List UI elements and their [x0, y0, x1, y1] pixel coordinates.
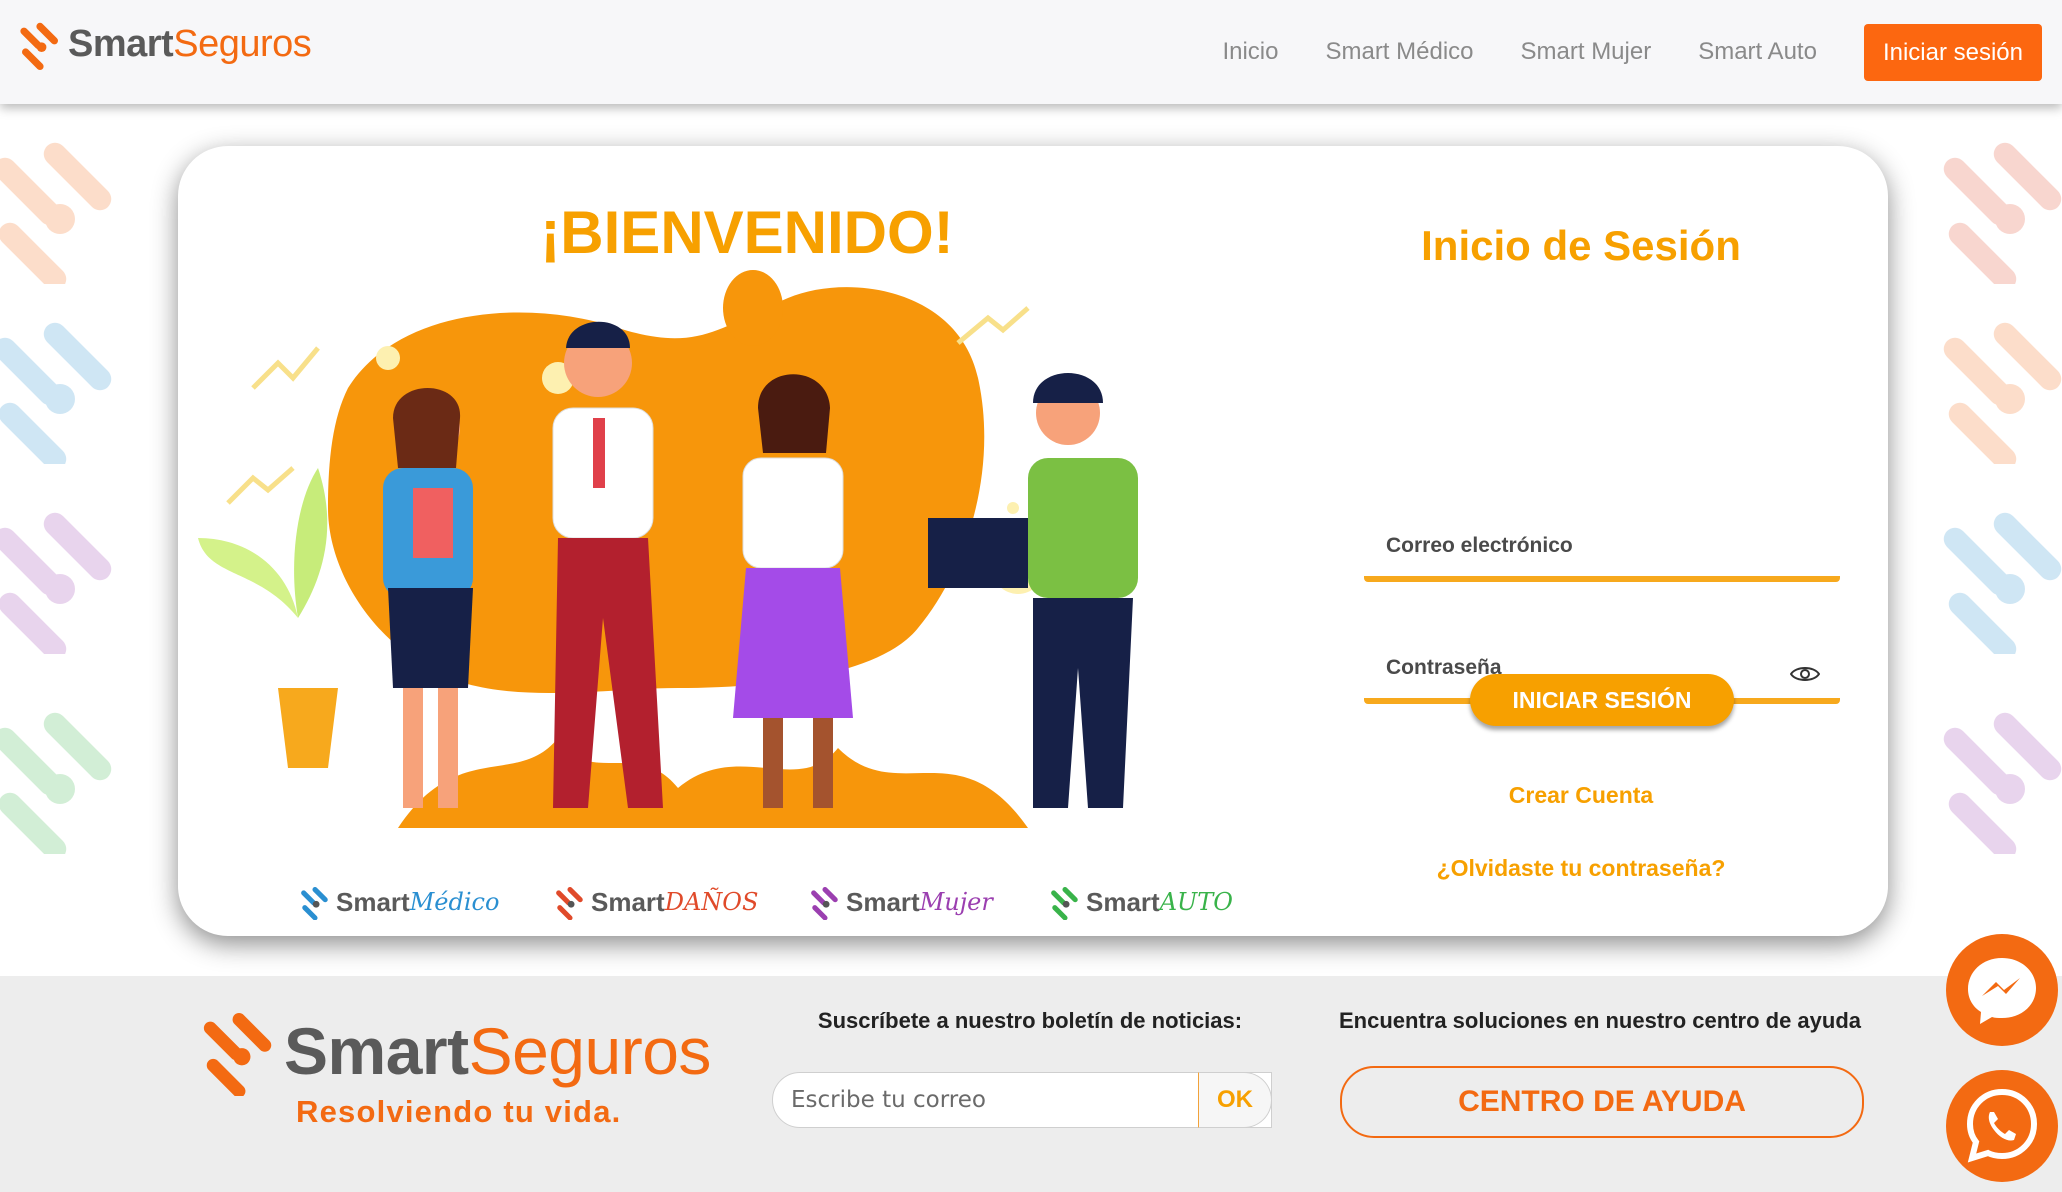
footer-brand-logo: SmartSeguros: [196, 1006, 711, 1096]
smart-danos-logo-icon: [556, 886, 583, 920]
login-submit-button[interactable]: INICIAR SESIÓN: [1470, 674, 1734, 726]
create-account-link[interactable]: Crear Cuenta: [1356, 782, 1806, 809]
logo-prefix: Smart: [1086, 886, 1160, 917]
logo-smart-danos: Smart DAÑOS: [553, 884, 758, 920]
login-card: ¡BIENVENIDO! Smart Médico Smart DAÑOS Sm…: [178, 146, 1888, 936]
logo-suffix: Mujer: [919, 888, 993, 916]
brand-name: SmartSeguros: [68, 22, 312, 66]
logo-smart-mujer: Smart Mujer: [808, 884, 993, 920]
smartseguros-logo-icon: [203, 1013, 272, 1096]
logo-suffix: Médico: [409, 888, 500, 916]
team-illustration: [198, 270, 1138, 828]
footer-brand-part2: Seguros: [468, 1014, 712, 1088]
nav-link-smart-mujer[interactable]: Smart Mujer: [1521, 38, 1652, 66]
pattern-logo-icon: [1943, 142, 2062, 284]
product-logos: Smart Médico Smart DAÑOS Smart Mujer Smart A…: [298, 884, 1298, 928]
logo-prefix: Smart: [591, 886, 665, 917]
logo-prefix: Smart: [336, 886, 410, 917]
nav-link-inicio[interactable]: Inicio: [1222, 38, 1278, 66]
whatsapp-icon: [1966, 1088, 2038, 1163]
forgot-password-link[interactable]: ¿Olvidaste tu contraseña?: [1356, 855, 1806, 882]
logo-smart-medico: Smart Médico: [298, 884, 499, 920]
navbar: SmartSeguros Inicio Smart Médico Smart M…: [0, 0, 2062, 104]
nav-login-button[interactable]: Iniciar sesión: [1863, 24, 2042, 81]
footer: SmartSeguros Resolviendo tu vida. Suscrí…: [0, 976, 2062, 1192]
pattern-logo-icon: [0, 322, 112, 464]
brand-name-part1: Smart: [68, 22, 174, 65]
pattern-logo-icon: [0, 512, 112, 654]
newsletter-email-input[interactable]: [772, 1072, 1272, 1128]
newsletter-ok-button[interactable]: OK: [1198, 1072, 1272, 1128]
login-title: Inicio de Sesión: [1421, 222, 1741, 269]
email-field[interactable]: Correo electrónico: [1364, 506, 1840, 582]
whatsapp-button[interactable]: [1946, 1070, 2058, 1182]
messenger-icon: [1968, 958, 2036, 1024]
brand-name-part2: Seguros: [173, 22, 312, 65]
pattern-logo-icon: [1943, 512, 2062, 654]
pattern-logo-icon: [1943, 322, 2062, 464]
pattern-logo-icon: [0, 142, 112, 284]
logo-suffix: AUTO: [1159, 888, 1233, 916]
email-field-label: Correo electrónico: [1386, 534, 1573, 557]
pattern-logo-icon: [1943, 712, 2062, 854]
welcome-heading: ¡BIENVENIDO!: [540, 199, 954, 266]
pattern-logo-icon: [0, 712, 112, 854]
footer-brand-name: SmartSeguros: [284, 1013, 711, 1089]
footer-brand-part1: Smart: [284, 1014, 469, 1088]
nav-link-smart-auto[interactable]: Smart Auto: [1698, 38, 1817, 66]
logo-suffix: DAÑOS: [664, 888, 759, 916]
nav-links: Inicio Smart Médico Smart Mujer Smart Au…: [1222, 22, 2042, 81]
smartseguros-logo-icon: [20, 22, 59, 70]
eye-icon[interactable]: [1790, 664, 1820, 684]
brand-logo[interactable]: SmartSeguros: [16, 18, 312, 70]
logo-prefix: Smart: [846, 886, 920, 917]
help-center-title: Encuentra soluciones en nuestro centro d…: [1338, 1008, 1862, 1033]
smart-mujer-logo-icon: [811, 886, 838, 920]
newsletter-title: Suscríbete a nuestro boletín de noticias…: [817, 1008, 1243, 1033]
logo-smart-auto: Smart AUTO: [1048, 884, 1233, 920]
messenger-button[interactable]: [1946, 934, 2058, 1046]
help-center-button[interactable]: CENTRO DE AYUDA: [1340, 1066, 1864, 1138]
nav-link-smart-medico[interactable]: Smart Médico: [1325, 38, 1473, 66]
smart-medico-logo-icon: [301, 886, 328, 920]
footer-slogan: Resolviendo tu vida.: [296, 1094, 622, 1129]
smart-auto-logo-icon: [1051, 886, 1078, 920]
